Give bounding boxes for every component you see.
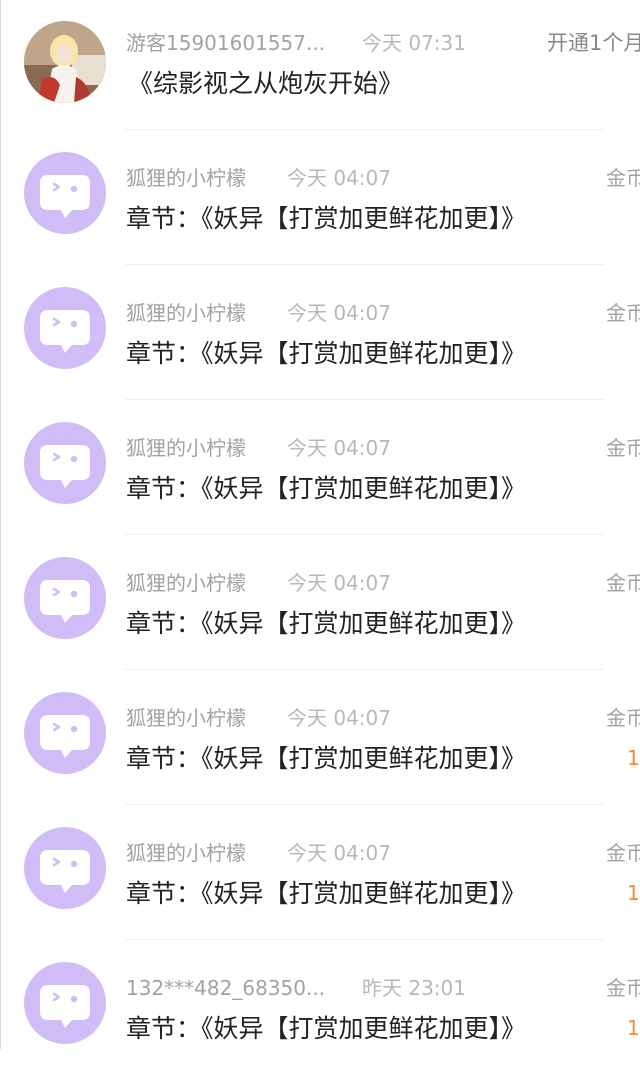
message-time: 今天 07:31 <box>362 31 466 55</box>
chat-bubble-icon <box>40 715 90 758</box>
message-row-1[interactable]: 狐狸的小柠檬 今天 04:07 金币 章节：《妖异【打赏加更鲜花加更】》 <box>0 130 640 265</box>
chat-bubble-avatar[interactable] <box>24 152 106 234</box>
message-time: 今天 04:07 <box>287 571 391 595</box>
message-row-0[interactable]: 游客15901601557... 今天 07:31 开通1个月 《综影视之从炮灰… <box>0 0 640 130</box>
chat-bubble-icon <box>40 445 90 488</box>
sender-name: 狐狸的小柠檬 <box>126 706 246 730</box>
gold-coin-label: 金币 <box>606 571 640 595</box>
chat-bubble-icon <box>40 985 90 1028</box>
sender-name: 狐狸的小柠檬 <box>126 841 246 865</box>
message-content: 章节：《妖异【打赏加更鲜花加更】》 <box>126 474 527 503</box>
sender-name: 132***482_68350... <box>126 976 326 1000</box>
message-content: 章节：《妖异【打赏加更鲜花加更】》 <box>126 1014 527 1043</box>
gold-coin-label: 金币 <box>606 301 640 325</box>
chat-bubble-avatar[interactable] <box>24 422 106 504</box>
message-content: 章节：《妖异【打赏加更鲜花加更】》 <box>126 204 527 233</box>
message-list: 游客15901601557... 今天 07:31 开通1个月 《综影视之从炮灰… <box>0 0 640 1049</box>
message-row-4[interactable]: 狐狸的小柠檬 今天 04:07 金币 章节：《妖异【打赏加更鲜花加更】》 <box>0 535 640 670</box>
gold-coin-value: 1 <box>627 1016 640 1040</box>
sender-name: 狐狸的小柠檬 <box>126 166 246 190</box>
message-time: 今天 04:07 <box>287 301 391 325</box>
gold-coin-label: 金币 <box>606 976 640 1000</box>
message-time: 今天 04:07 <box>287 841 391 865</box>
gold-coin-label: 金币 <box>606 166 640 190</box>
message-content: 章节：《妖异【打赏加更鲜花加更】》 <box>126 879 527 908</box>
message-content: 章节：《妖异【打赏加更鲜花加更】》 <box>126 744 527 773</box>
gold-coin-label: 金币 <box>606 841 640 865</box>
subscription-label: 开通1个月 <box>547 31 640 55</box>
user-photo-avatar[interactable] <box>24 21 106 103</box>
gold-coin-label: 金币 <box>606 706 640 730</box>
chat-bubble-icon <box>40 850 90 893</box>
message-row-2[interactable]: 狐狸的小柠檬 今天 04:07 金币 章节：《妖异【打赏加更鲜花加更】》 <box>0 265 640 400</box>
chat-bubble-icon <box>40 580 90 623</box>
message-row-6[interactable]: 狐狸的小柠檬 今天 04:07 金币 1 章节：《妖异【打赏加更鲜花加更】》 <box>0 805 640 940</box>
sender-name: 狐狸的小柠檬 <box>126 571 246 595</box>
sender-name: 狐狸的小柠檬 <box>126 436 246 460</box>
chat-bubble-icon <box>40 310 90 353</box>
message-row-5[interactable]: 狐狸的小柠檬 今天 04:07 金币 1 章节：《妖异【打赏加更鲜花加更】》 <box>0 670 640 805</box>
chat-bubble-avatar[interactable] <box>24 692 106 774</box>
chat-bubble-avatar[interactable] <box>24 287 106 369</box>
sender-name: 游客15901601557... <box>126 31 326 55</box>
sender-name: 狐狸的小柠檬 <box>126 301 246 325</box>
message-content: 章节：《妖异【打赏加更鲜花加更】》 <box>126 609 527 638</box>
chat-bubble-avatar[interactable] <box>24 557 106 639</box>
gold-coin-label: 金币 <box>606 436 640 460</box>
message-content: 《综影视之从炮灰开始》 <box>128 69 404 98</box>
message-time: 今天 04:07 <box>287 166 391 190</box>
gold-coin-value: 1 <box>627 881 640 905</box>
message-content: 章节：《妖异【打赏加更鲜花加更】》 <box>126 339 527 368</box>
message-row-3[interactable]: 狐狸的小柠檬 今天 04:07 金币 章节：《妖异【打赏加更鲜花加更】》 <box>0 400 640 535</box>
chat-bubble-avatar[interactable] <box>24 827 106 909</box>
chat-bubble-icon <box>40 175 90 218</box>
message-time: 今天 04:07 <box>287 436 391 460</box>
gold-coin-value: 1 <box>627 746 640 770</box>
message-time: 昨天 23:01 <box>362 976 466 1000</box>
message-time: 今天 04:07 <box>287 706 391 730</box>
avatar-photo-illustration <box>24 21 106 103</box>
message-row-7[interactable]: 132***482_68350... 昨天 23:01 金币 1 章节：《妖异【… <box>0 940 640 1075</box>
chat-bubble-avatar[interactable] <box>24 962 106 1044</box>
